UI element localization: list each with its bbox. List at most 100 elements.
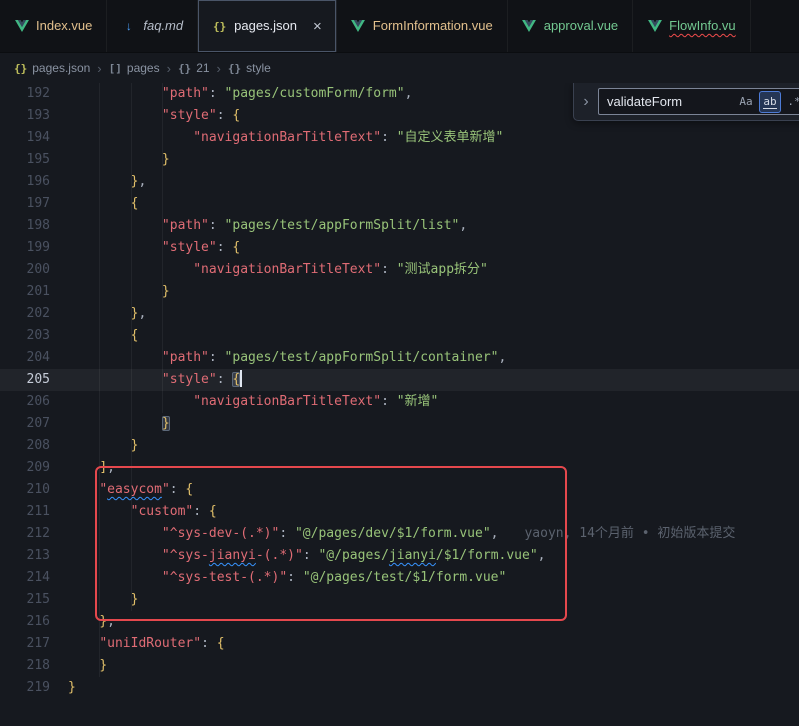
- code-line[interactable]: 215 }: [0, 589, 799, 611]
- tab-label: Index.vue: [36, 0, 92, 52]
- breadcrumb-label: pages.json: [32, 61, 90, 75]
- line-number: 196: [0, 171, 50, 193]
- breadcrumb-separator-icon: ›: [97, 61, 101, 76]
- close-icon[interactable]: ×: [313, 19, 322, 34]
- markdown-icon: ↓: [121, 19, 136, 33]
- code-line[interactable]: 208 }: [0, 435, 799, 457]
- code-line[interactable]: 197 {: [0, 193, 799, 215]
- line-number: 213: [0, 545, 50, 567]
- tab-label: pages.json: [234, 0, 297, 52]
- regex-toggle[interactable]: .*: [783, 91, 799, 113]
- text-cursor: [240, 370, 242, 387]
- code-line[interactable]: 211 "custom": {: [0, 501, 799, 523]
- json-file-icon: {}: [14, 61, 27, 75]
- code-line[interactable]: 198 "path": "pages/test/appFormSplit/lis…: [0, 215, 799, 237]
- symbol-object-icon: {}: [178, 61, 191, 75]
- code-line[interactable]: 199 "style": {: [0, 237, 799, 259]
- code-text: }: [50, 413, 170, 435]
- code-line[interactable]: 195 }: [0, 149, 799, 171]
- tab-label: FlowInfo.vu: [669, 0, 735, 52]
- code-line[interactable]: 210 "easycom": {: [0, 479, 799, 501]
- code-text: "path": "pages/customForm/form",: [50, 83, 412, 105]
- code-text: "uniIdRouter": {: [50, 633, 225, 655]
- line-number: 207: [0, 413, 50, 435]
- tab-faq-md[interactable]: ↓faq.md: [107, 0, 198, 52]
- code-text: "easycom": {: [50, 479, 193, 501]
- whole-word-toggle-glyph: ab: [763, 95, 776, 109]
- code-line[interactable]: 206 "navigationBarTitleText": "新增": [0, 391, 799, 413]
- line-number: 218: [0, 655, 50, 677]
- code-line[interactable]: 204 "path": "pages/test/appFormSplit/con…: [0, 347, 799, 369]
- code-editor[interactable]: 192 "path": "pages/customForm/form",193 …: [0, 83, 799, 726]
- code-line[interactable]: 213 "^sys-jianyi-(.*)": "@/pages/jianyi/…: [0, 545, 799, 567]
- breadcrumb-separator-icon: ›: [217, 61, 221, 76]
- code-text: "^sys-jianyi-(.*)": "@/pages/jianyi/$1/f…: [50, 545, 545, 567]
- find-input[interactable]: validateForm Aaab .*: [598, 88, 799, 115]
- code-text: }: [50, 435, 138, 457]
- line-number: 203: [0, 325, 50, 347]
- breadcrumb-item-pages[interactable]: [] pages: [109, 61, 160, 75]
- line-number: 214: [0, 567, 50, 589]
- whole-word-toggle[interactable]: ab: [759, 91, 781, 113]
- code-line[interactable]: 209 ],: [0, 457, 799, 479]
- find-query-text[interactable]: validateForm: [607, 94, 735, 109]
- chevron-right-icon[interactable]: ›: [580, 93, 592, 111]
- line-number: 212: [0, 523, 50, 545]
- line-number: 219: [0, 677, 50, 699]
- match-case-toggle[interactable]: Aa: [735, 91, 757, 113]
- tab-flowinfo-vu[interactable]: FlowInfo.vu: [633, 0, 750, 52]
- line-number: 201: [0, 281, 50, 303]
- find-toggles: Aaab .*: [735, 91, 799, 113]
- code-text: "style": {: [50, 369, 242, 391]
- line-number: 217: [0, 633, 50, 655]
- line-number: 206: [0, 391, 50, 413]
- code-text: "path": "pages/test/appFormSplit/contain…: [50, 347, 506, 369]
- tab-forminformation-vue[interactable]: FormInformation.vue: [337, 0, 508, 52]
- code-line[interactable]: 218 }: [0, 655, 799, 677]
- code-line[interactable]: 202 },: [0, 303, 799, 325]
- breadcrumb-label: pages: [127, 61, 160, 75]
- breadcrumb: {}pages.json›[]pages›{}21›{}style: [0, 53, 799, 83]
- breadcrumb-item-style[interactable]: {}style: [228, 61, 271, 75]
- code-text: },: [50, 611, 115, 633]
- code-line[interactable]: 196 },: [0, 171, 799, 193]
- tab-bar: Index.vue ↓faq.md {} pages.json × FormInforma…: [0, 0, 799, 53]
- code-text: "navigationBarTitleText": "自定义表单新增": [50, 127, 503, 149]
- breadcrumb-item-pages-json[interactable]: {} pages.json: [14, 61, 90, 75]
- code-line[interactable]: 207 }: [0, 413, 799, 435]
- line-number: 205: [0, 369, 50, 391]
- json-icon: {}: [212, 20, 227, 33]
- code-line[interactable]: 212 "^sys-dev-(.*)": "@/pages/dev/$1/for…: [0, 523, 799, 545]
- code-line[interactable]: 217 "uniIdRouter": {: [0, 633, 799, 655]
- code-line[interactable]: 216 },: [0, 611, 799, 633]
- line-number: 210: [0, 479, 50, 501]
- code-text: "style": {: [50, 237, 240, 259]
- code-line[interactable]: 201 }: [0, 281, 799, 303]
- code-line[interactable]: 203 {: [0, 325, 799, 347]
- line-number: 193: [0, 105, 50, 127]
- symbol-array-icon: []: [109, 61, 122, 75]
- code-line[interactable]: 205 "style": {: [0, 369, 799, 391]
- tab-label: approval.vue: [544, 0, 618, 52]
- code-text: ],: [50, 457, 115, 479]
- breadcrumb-item-21[interactable]: {}21: [178, 61, 210, 75]
- tab-index-vue[interactable]: Index.vue: [0, 0, 107, 52]
- editor-window: Index.vue ↓faq.md {} pages.json × FormInforma…: [0, 0, 799, 726]
- code-line[interactable]: 214 "^sys-test-(.*)": "@/pages/test/$1/f…: [0, 567, 799, 589]
- breadcrumb-label: style: [246, 61, 271, 75]
- tab-pages-json[interactable]: {} pages.json ×: [198, 0, 337, 52]
- vue-icon: [647, 20, 662, 32]
- tab-approval-vue[interactable]: approval.vue: [508, 0, 633, 52]
- code-line[interactable]: 219}: [0, 677, 799, 699]
- line-number: 208: [0, 435, 50, 457]
- code-text: },: [50, 303, 146, 325]
- code-line[interactable]: 194 "navigationBarTitleText": "自定义表单新增": [0, 127, 799, 149]
- line-number: 211: [0, 501, 50, 523]
- code-line[interactable]: 200 "navigationBarTitleText": "测试app拆分": [0, 259, 799, 281]
- code-text: "navigationBarTitleText": "测试app拆分": [50, 259, 488, 281]
- line-number: 194: [0, 127, 50, 149]
- code-lines: 192 "path": "pages/customForm/form",193 …: [0, 83, 799, 699]
- code-text: "custom": {: [50, 501, 217, 523]
- line-number: 192: [0, 83, 50, 105]
- breadcrumb-separator-icon: ›: [167, 61, 171, 76]
